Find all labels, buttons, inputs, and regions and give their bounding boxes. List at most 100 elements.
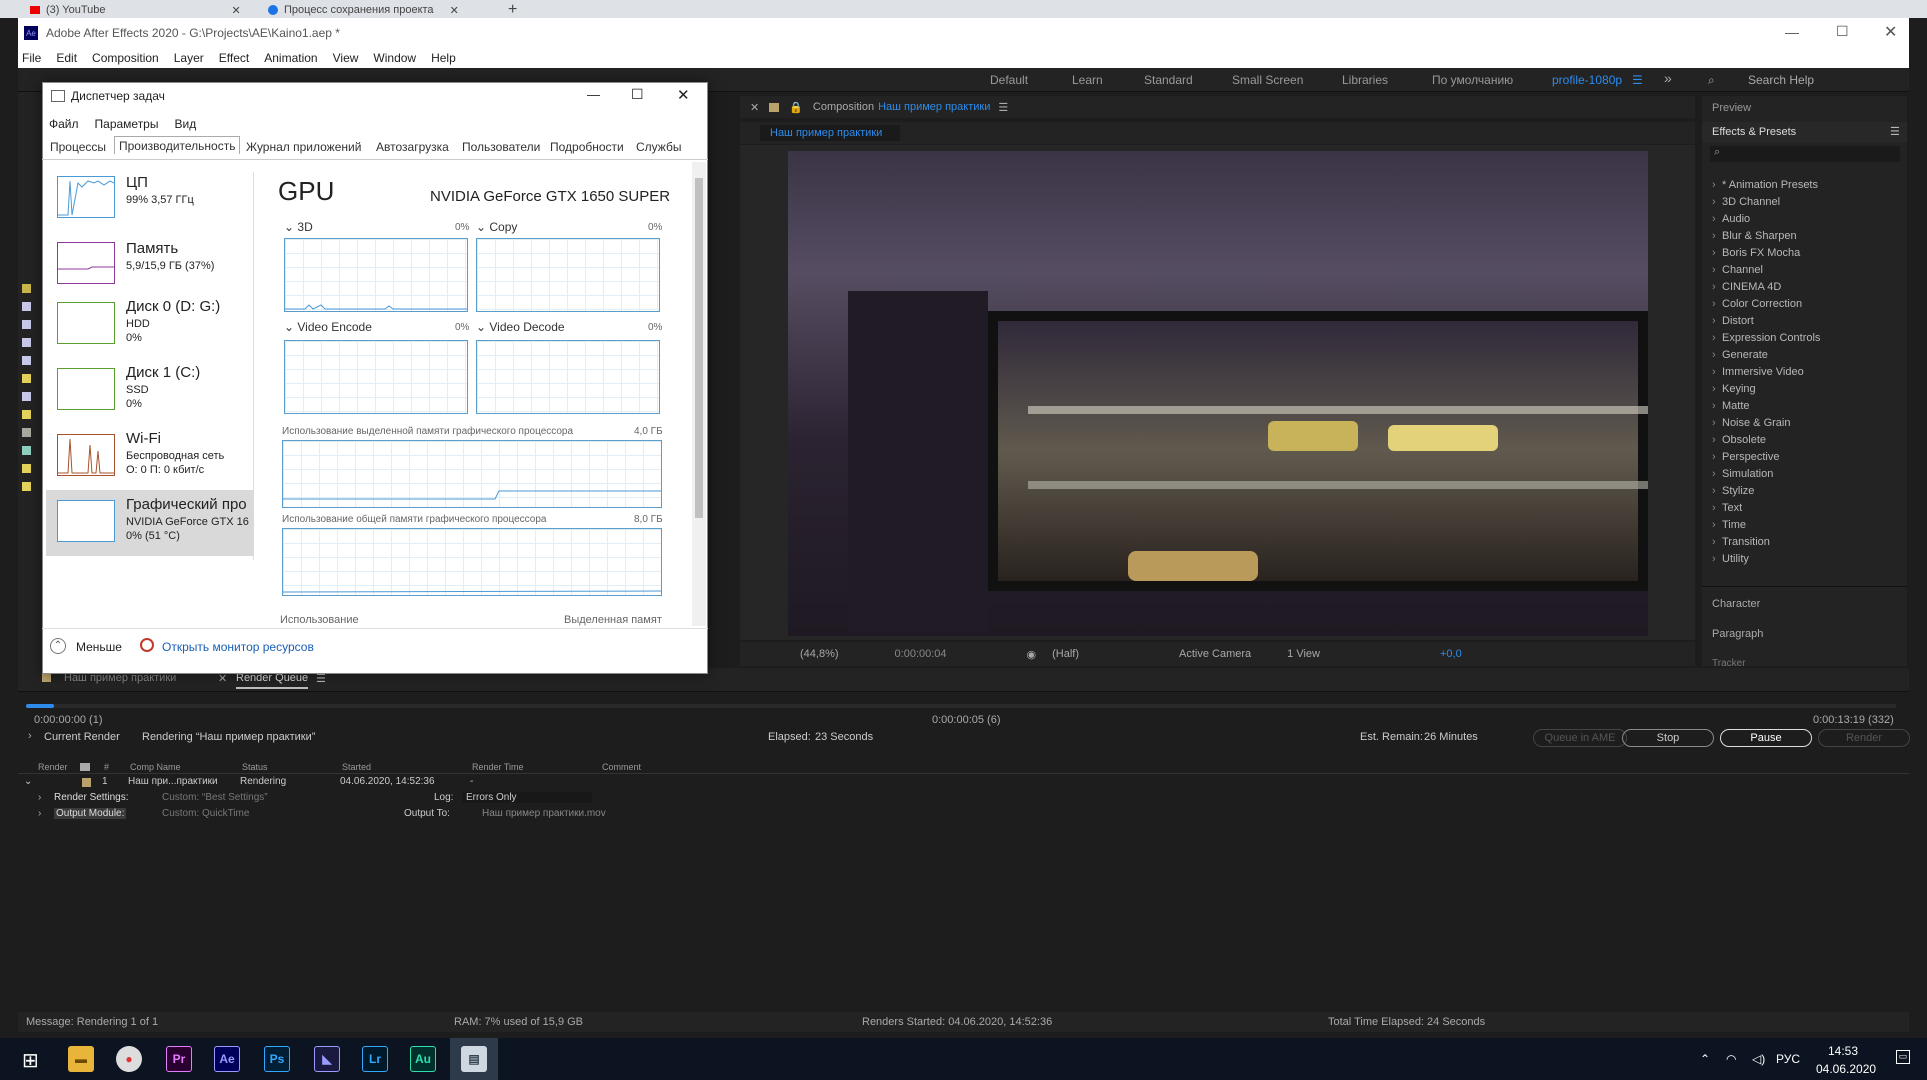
clock-time[interactable]: 14:53: [1828, 1044, 1858, 1058]
output-module-value[interactable]: Custom: QuickTime: [162, 808, 249, 819]
sidebar-item-disk1[interactable]: Диск 1 (C:) SSD 0%: [46, 364, 254, 426]
tm-menu-view[interactable]: Вид: [174, 117, 196, 131]
graph-title-copy[interactable]: ⌄ Copy: [476, 220, 517, 234]
effect-category[interactable]: Simulation: [1712, 468, 1773, 480]
sidebar-item-disk0[interactable]: Диск 0 (D: G:) HDD 0%: [46, 298, 254, 360]
tm-menu-options[interactable]: Параметры: [95, 117, 159, 131]
clock-date[interactable]: 04.06.2020: [1816, 1062, 1876, 1076]
view-layout-dropdown[interactable]: 1 View: [1287, 648, 1320, 660]
menu-composition[interactable]: Composition: [92, 51, 159, 65]
lightroom-icon[interactable]: Lr: [362, 1046, 388, 1072]
sidebar-item-memory[interactable]: Память 5,9/15,9 ГБ (37%): [46, 238, 254, 300]
menu-view[interactable]: View: [333, 51, 359, 65]
col-render[interactable]: Render: [38, 762, 68, 772]
effect-category[interactable]: * Animation Presets: [1712, 179, 1818, 191]
tm-scrollbar[interactable]: [692, 162, 706, 626]
workspace-standard[interactable]: Standard: [1144, 73, 1193, 87]
graph-title-video-decode[interactable]: ⌄ Video Decode: [476, 320, 565, 334]
chevrons-right-icon[interactable]: »: [1664, 70, 1672, 86]
close-icon[interactable]: ✕: [232, 4, 241, 17]
maximize-icon[interactable]: ☐: [631, 86, 644, 103]
workspace-learn[interactable]: Learn: [1072, 73, 1103, 87]
close-icon[interactable]: ✕: [677, 86, 690, 104]
workspace-profile[interactable]: profile-1080p: [1552, 73, 1622, 87]
open-resource-monitor-link[interactable]: Открыть монитор ресурсов: [162, 640, 314, 654]
panel-menu-icon[interactable]: ☰: [1890, 125, 1900, 138]
stop-button[interactable]: Stop: [1622, 729, 1714, 747]
camera-icon[interactable]: ◉: [1027, 648, 1037, 661]
close-icon[interactable]: ✕: [450, 4, 459, 17]
effect-category[interactable]: Blur & Sharpen: [1712, 230, 1797, 242]
tab-processes[interactable]: Процессы: [50, 138, 106, 156]
chevron-right-icon[interactable]: ›: [28, 730, 32, 742]
workspace-default-ru[interactable]: По умолчанию: [1432, 73, 1513, 87]
media-encoder-icon[interactable]: ◣: [314, 1046, 340, 1072]
workspace-menu-icon[interactable]: ☰: [1632, 73, 1643, 87]
effect-category[interactable]: Transition: [1712, 536, 1770, 548]
graph-title-video-encode[interactable]: ⌄ Video Encode: [284, 320, 372, 334]
col-comment[interactable]: Comment: [602, 762, 641, 772]
effect-category[interactable]: Text: [1712, 502, 1742, 514]
maximize-icon[interactable]: ☐: [1836, 23, 1849, 40]
premiere-icon[interactable]: Pr: [166, 1046, 192, 1072]
output-to-value[interactable]: Наш пример практики.mov: [482, 808, 606, 819]
menu-window[interactable]: Window: [373, 51, 416, 65]
character-panel-title[interactable]: Character: [1712, 598, 1760, 610]
exposure-value[interactable]: +0,0: [1440, 648, 1462, 660]
render-settings-value[interactable]: Custom: “Best Settings”: [162, 792, 268, 803]
sidebar-item-wifi[interactable]: Wi-Fi Беспроводная сеть О: 0 П: 0 кбит/с: [46, 430, 254, 492]
menu-layer[interactable]: Layer: [174, 51, 204, 65]
effect-category[interactable]: Distort: [1712, 315, 1754, 327]
queue-in-ame-button[interactable]: Queue in AME: [1533, 729, 1627, 747]
tab-services[interactable]: Службы: [636, 138, 681, 156]
current-time[interactable]: 0:00:00:04: [895, 648, 947, 660]
effect-category[interactable]: Expression Controls: [1712, 332, 1820, 344]
pause-button[interactable]: Pause: [1720, 729, 1812, 747]
effects-panel-title[interactable]: Effects & Presets: [1712, 126, 1796, 138]
effect-category[interactable]: Matte: [1712, 400, 1749, 412]
audition-icon[interactable]: Au: [410, 1046, 436, 1072]
resolution-dropdown[interactable]: (Half): [1052, 648, 1079, 660]
windows-start-icon[interactable]: ⊞: [22, 1048, 39, 1073]
paragraph-panel-title[interactable]: Paragraph: [1712, 628, 1763, 640]
menu-effect[interactable]: Effect: [219, 51, 249, 65]
chevron-right-icon[interactable]: ›: [38, 808, 41, 819]
zoom-dropdown[interactable]: (44,8%): [800, 648, 839, 660]
chevron-right-icon[interactable]: ›: [38, 792, 41, 803]
browser-tab-youtube[interactable]: (3) YouTube ✕: [30, 2, 241, 18]
close-icon[interactable]: ✕: [750, 101, 759, 114]
browser-tab-active[interactable]: Процесс сохранения проекта ✕: [268, 2, 459, 18]
notifications-icon[interactable]: ▭: [1896, 1050, 1910, 1064]
menu-edit[interactable]: Edit: [56, 51, 77, 65]
minimize-icon[interactable]: —: [587, 87, 600, 102]
panel-menu-icon[interactable]: ☰: [998, 101, 1008, 114]
chevron-up-icon[interactable]: ⌃: [1700, 1052, 1710, 1066]
effects-search-input[interactable]: ⌕: [1710, 146, 1900, 162]
active-camera-dropdown[interactable]: Active Camera: [1179, 648, 1251, 660]
lock-icon[interactable]: 🔒: [789, 101, 803, 114]
tab-details[interactable]: Подробности: [550, 138, 624, 156]
effect-category[interactable]: Obsolete: [1712, 434, 1766, 446]
wifi-icon[interactable]: ◠: [1726, 1052, 1736, 1066]
workspace-libraries[interactable]: Libraries: [1342, 73, 1388, 87]
tab-users[interactable]: Пользователи: [462, 138, 540, 156]
effect-category[interactable]: Immersive Video: [1712, 366, 1804, 378]
table-row[interactable]: ⌄ 1 Наш при...практики Rendering 04.06.2…: [18, 776, 1909, 790]
tm-scrollbar-thumb[interactable]: [695, 178, 703, 518]
tab-app-history[interactable]: Журнал приложений: [246, 138, 361, 156]
chevron-up-icon[interactable]: ⌃: [50, 638, 66, 654]
col-render-time[interactable]: Render Time: [472, 762, 524, 772]
chevron-down-icon[interactable]: ⌄: [24, 776, 32, 787]
sidebar-item-cpu[interactable]: ЦП 99% 3,57 ГГц: [46, 172, 254, 234]
search-help-input[interactable]: Search Help: [1748, 73, 1814, 87]
new-tab-button[interactable]: +: [508, 1, 517, 18]
photoshop-icon[interactable]: Ps: [264, 1046, 290, 1072]
tab-startup[interactable]: Автозагрузка: [376, 138, 449, 156]
comp-name[interactable]: Наш пример практики: [878, 101, 990, 113]
effect-category[interactable]: Noise & Grain: [1712, 417, 1791, 429]
effect-category[interactable]: Boris FX Mocha: [1712, 247, 1800, 259]
close-icon[interactable]: ✕: [1884, 22, 1897, 42]
log-dropdown[interactable]: Errors Only: [462, 792, 592, 803]
effect-category[interactable]: Time: [1712, 519, 1746, 531]
sidebar-item-gpu[interactable]: Графический про NVIDIA GeForce GTX 16 0%…: [46, 490, 254, 556]
